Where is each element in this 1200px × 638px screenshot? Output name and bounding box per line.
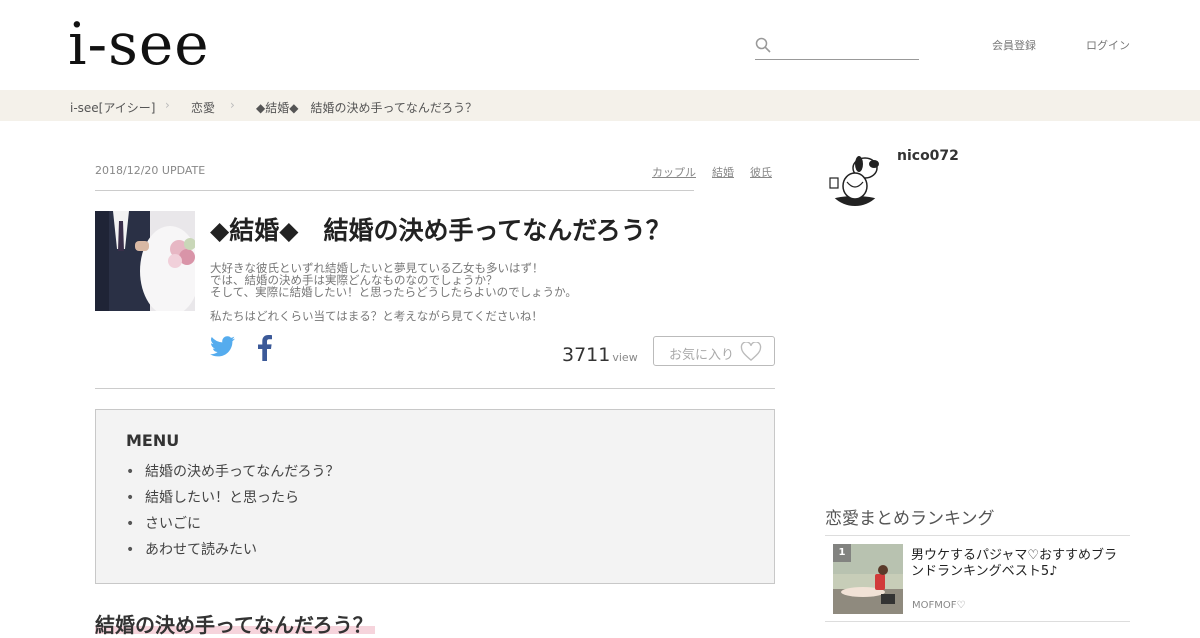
breadcrumb-home[interactable]: i-see[アイシー]	[70, 99, 155, 116]
twitter-share-icon[interactable]	[210, 336, 235, 361]
ranking-item-title: 男ウケするパジャマ♡おすすめブランドランキングベスト5♪	[911, 548, 1118, 579]
toc-title: MENU	[126, 431, 180, 450]
toc-item-label: あわせて読みたい	[145, 542, 257, 558]
search-icon[interactable]	[755, 37, 771, 53]
toc-item[interactable]: • あわせて読みたい	[126, 539, 257, 559]
divider	[95, 388, 775, 389]
avatar[interactable]	[825, 146, 885, 206]
lead-line: そして、実際に結婚したい！と思ったらどうしたらよいのでしょうか。	[210, 285, 577, 299]
author-username[interactable]: nico072	[897, 148, 959, 164]
toc-item-label: 結婚の決め手ってなんだろう？	[145, 464, 340, 480]
site-logo[interactable]: i-see	[68, 14, 210, 74]
toc-item-label: 結婚したい！と思ったら	[145, 490, 299, 506]
ranking-item-author: MOFMOF♡	[912, 600, 966, 611]
breadcrumb-current: ◆結婚◆ 結婚の決め手ってなんだろう？	[256, 101, 478, 115]
ranking-thumbnail: 1	[833, 544, 903, 614]
register-link[interactable]: 会員登録	[992, 37, 1036, 53]
rank-badge: 1	[833, 544, 851, 562]
toc-item[interactable]: • さいごに	[126, 513, 201, 533]
toc-item-label: さいごに	[145, 516, 201, 532]
chevron-right-icon: ›	[165, 98, 170, 112]
article-title: ◆結婚◆ 結婚の決め手ってなんだろう？	[210, 216, 671, 245]
search-input[interactable]	[777, 35, 917, 57]
bullet-icon: •	[126, 516, 135, 532]
breadcrumb-category[interactable]: 恋愛	[191, 99, 215, 116]
favorite-button[interactable]: お気に入り	[653, 336, 775, 366]
article-lead: 大好きな彼氏といずれ結婚したいと夢見ている乙女も多いはず！ では、結婚の決め手は…	[210, 262, 577, 298]
login-link[interactable]: ログイン	[1086, 37, 1130, 53]
section-heading: 結婚の決め手ってなんだろう？	[95, 613, 373, 637]
search-box	[755, 33, 919, 60]
divider	[95, 190, 694, 191]
view-count-unit: view	[612, 351, 638, 364]
article-lead-last: 私たちはどれくらい当てはまる？と考えながら見てくださいね！	[210, 309, 543, 323]
tag-link[interactable]: 結婚	[712, 164, 734, 180]
tag-link[interactable]: 彼氏	[750, 164, 772, 180]
article-date: 2018/12/20 UPDATE	[95, 164, 206, 177]
bullet-icon: •	[126, 542, 135, 558]
site-header: i-see 会員登録 ログイン	[0, 0, 1200, 90]
chevron-right-icon: ›	[230, 98, 235, 112]
heart-icon	[740, 342, 762, 361]
tag-link[interactable]: カップル	[652, 164, 696, 180]
table-of-contents: MENU • 結婚の決め手ってなんだろう？ • 結婚したい！と思ったら • さいごに …	[95, 409, 775, 584]
article-thumbnail	[95, 211, 195, 311]
favorite-label: お気に入り	[669, 348, 735, 363]
ranking-item[interactable]: 1 男ウケするパジャマ♡おすすめブランドランキングベスト5♪ MOFMOF♡	[825, 536, 1130, 622]
facebook-share-icon[interactable]	[258, 335, 272, 365]
bullet-icon: •	[126, 490, 135, 506]
view-count: 3711 view	[562, 344, 638, 366]
ranking-title: 恋愛まとめランキング	[825, 509, 995, 529]
breadcrumb: i-see[アイシー] › 恋愛 › ◆結婚◆ 結婚の決め手ってなんだろう？	[0, 90, 1200, 121]
bullet-icon: •	[126, 464, 135, 480]
toc-item[interactable]: • 結婚の決め手ってなんだろう？	[126, 461, 339, 481]
view-count-number: 3711	[562, 344, 611, 366]
toc-item[interactable]: • 結婚したい！と思ったら	[126, 487, 299, 507]
